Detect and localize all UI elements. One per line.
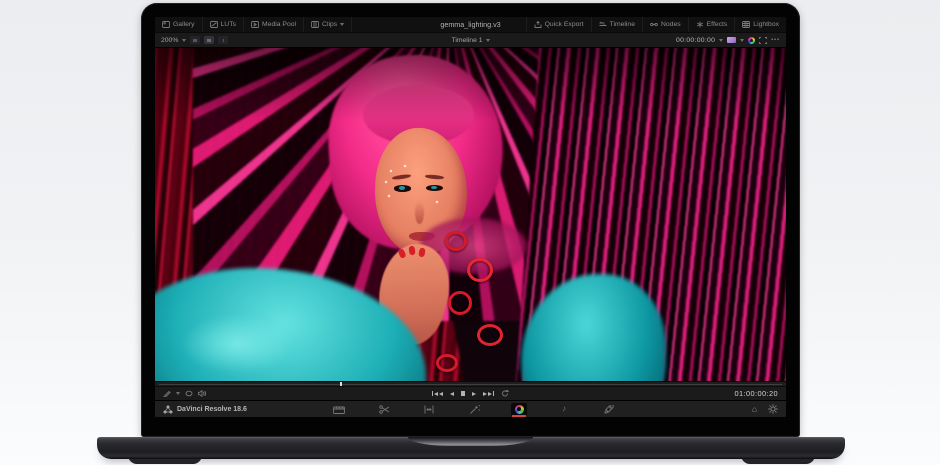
page-color[interactable] [511, 403, 527, 416]
status-bar: DaVinci Resolve 18.6 [155, 400, 786, 417]
annotate-pencil-icon[interactable] [163, 390, 171, 397]
edit-icon [423, 405, 435, 414]
vignette-overlay [155, 48, 786, 381]
lightbox-icon [742, 21, 750, 28]
media-icon [333, 405, 345, 414]
lightbox-label: Lightbox [753, 21, 779, 28]
quick-export-icon [534, 21, 542, 28]
viewer-bar: 200% Timeline 1 00:00:00:00 ••• [155, 32, 786, 48]
stop-button[interactable] [461, 391, 466, 396]
media-pool-icon [251, 21, 259, 28]
split-viewer-button[interactable] [218, 36, 228, 44]
loop-button[interactable] [501, 390, 509, 397]
timeline-label: Timeline [610, 21, 635, 28]
single-viewer-icon [193, 39, 197, 42]
quick-export-label: Quick Export [545, 21, 584, 28]
page-fusion[interactable] [466, 403, 482, 416]
page-fairlight[interactable]: ♪ [556, 403, 572, 416]
timeline-chevron-icon [486, 39, 490, 42]
app-name: DaVinci Resolve 18.6 [177, 406, 247, 413]
page-deliver[interactable] [601, 403, 617, 416]
luts-label: LUTs [221, 21, 237, 28]
nodes-icon [650, 21, 658, 28]
more-options-button[interactable]: ••• [771, 37, 780, 43]
source-timecode[interactable]: 00:00:00:00 [676, 37, 715, 44]
play-button[interactable] [472, 392, 476, 396]
lightbox-button[interactable]: Lightbox [734, 17, 786, 32]
clips-icon [311, 21, 319, 28]
toolbar-left-group: Gallery LUTs Media Pool Clips [155, 17, 352, 32]
grid-viewer-button[interactable] [204, 36, 214, 44]
effects-icon [696, 21, 704, 28]
gallery-button[interactable]: Gallery [155, 17, 203, 32]
zoom-chevron-icon[interactable] [182, 39, 186, 42]
page-cut[interactable] [376, 403, 392, 416]
timecode-chevron-icon[interactable] [719, 39, 723, 42]
clip-color-icon[interactable] [727, 37, 736, 43]
chevron-down-icon [340, 23, 344, 26]
davinci-resolve-window: Gallery LUTs Media Pool Clips [155, 17, 786, 417]
transport-tools [163, 390, 206, 397]
timeline-icon [599, 21, 607, 28]
fusion-icon [469, 405, 480, 414]
skip-start-button[interactable] [432, 391, 443, 396]
davinci-resolve-logo [163, 405, 173, 414]
transport-bar: 01:00:00:20 [155, 386, 786, 400]
timeline-timecode: 01:00:00:20 [735, 389, 778, 398]
gallery-label: Gallery [173, 21, 195, 28]
nodes-label: Nodes [661, 21, 681, 28]
viewer-bar-right: 00:00:00:00 ••• [676, 37, 780, 44]
audio-speaker-icon[interactable] [198, 390, 206, 397]
clips-button[interactable]: Clips [304, 17, 352, 32]
transport-controls [155, 390, 786, 397]
grid-viewer-icon [207, 39, 211, 42]
effects-button[interactable]: Effects [688, 17, 735, 32]
status-bar-right: ⌂ [752, 404, 778, 414]
skip-end-button[interactable] [483, 391, 494, 396]
luts-button[interactable]: LUTs [203, 17, 245, 32]
expand-icon[interactable] [759, 37, 767, 44]
annotate-chevron-icon[interactable] [176, 392, 180, 395]
app-identity: DaVinci Resolve 18.6 [163, 405, 247, 414]
macbook-pro-scene: Gallery LUTs Media Pool Clips [0, 0, 940, 465]
laptop-screen: Gallery LUTs Media Pool Clips [141, 3, 800, 437]
clips-label: Clips [322, 21, 337, 28]
effects-label: Effects [707, 21, 728, 28]
toolbar-right-group: Quick Export Timeline Nodes Effects [526, 17, 786, 32]
quick-export-button[interactable]: Quick Export [526, 17, 591, 32]
page-media[interactable] [331, 403, 347, 416]
single-viewer-button[interactable] [190, 36, 200, 44]
clip-color-chevron-icon[interactable] [740, 39, 744, 42]
portrait-artwork [155, 48, 786, 381]
media-pool-button[interactable]: Media Pool [244, 17, 304, 32]
timeline-button[interactable]: Timeline [591, 17, 642, 32]
color-icon [515, 405, 524, 414]
home-icon[interactable]: ⌂ [752, 405, 757, 414]
page-edit[interactable] [421, 403, 437, 416]
viewer-canvas[interactable] [155, 48, 786, 381]
color-wheels-icon[interactable] [748, 37, 755, 44]
zoom-level[interactable]: 200% [161, 37, 178, 44]
fairlight-icon: ♪ [562, 405, 566, 413]
compare-icon[interactable] [185, 390, 193, 397]
page-switcher: ♪ [331, 401, 617, 417]
cut-icon [379, 405, 390, 414]
step-back-button[interactable] [450, 392, 454, 396]
top-toolbar: Gallery LUTs Media Pool Clips [155, 17, 786, 32]
media-pool-label: Media Pool [262, 21, 296, 28]
settings-gear-icon[interactable] [768, 404, 778, 414]
luts-icon [210, 21, 218, 28]
timeline-name: Timeline 1 [451, 37, 482, 44]
split-viewer-icon [223, 39, 225, 42]
gallery-icon [162, 21, 170, 28]
nodes-button[interactable]: Nodes [642, 17, 688, 32]
deliver-icon [604, 405, 614, 414]
